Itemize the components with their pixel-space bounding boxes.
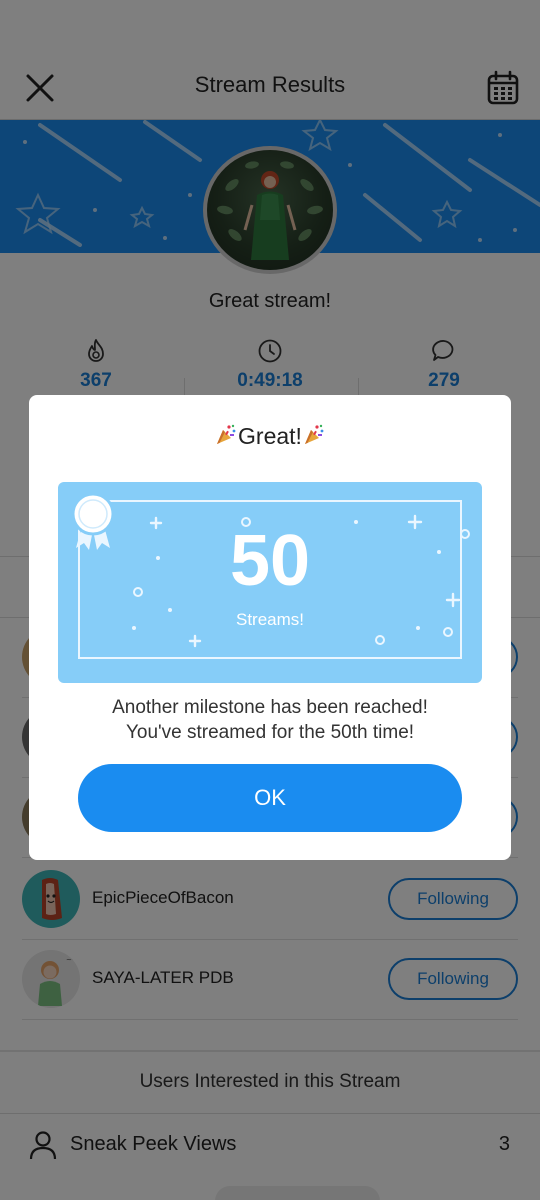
milestone-card: 50 Streams! bbox=[58, 482, 482, 683]
party-popper-icon bbox=[304, 424, 324, 444]
milestone-dialog: Great! 50 Streams! Another milestone has… bbox=[29, 395, 511, 860]
party-popper-icon bbox=[217, 424, 236, 444]
milestone-label: Streams! bbox=[235, 610, 305, 629]
dialog-title-row: Great! bbox=[29, 423, 511, 450]
ok-button[interactable]: OK bbox=[78, 764, 462, 832]
milestone-message-line2: You've streamed for the 50th time! bbox=[125, 722, 415, 743]
milestone-message-line1: Another milestone has been reached! bbox=[112, 697, 428, 718]
dialog-title: Great! bbox=[238, 423, 302, 449]
milestone-number: 50 bbox=[229, 521, 311, 601]
